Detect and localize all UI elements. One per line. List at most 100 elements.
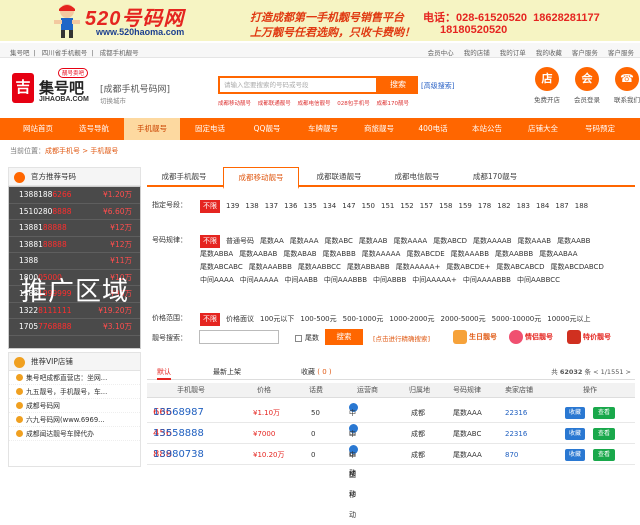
price-option[interactable]: 5000-10000元 bbox=[492, 313, 542, 326]
rule-option[interactable]: 尾数AAB bbox=[359, 235, 388, 248]
rule-option[interactable]: 尾数AAAA bbox=[393, 235, 427, 248]
phone-number[interactable]: 13558888 456 bbox=[153, 424, 204, 444]
rule-option[interactable]: 尾数ABCABCD bbox=[496, 261, 544, 274]
tail-checkbox[interactable] bbox=[295, 335, 302, 342]
segment-option[interactable]: 不限 bbox=[200, 200, 220, 213]
hot-link[interactable]: 成都联通靓号 bbox=[258, 101, 291, 107]
my-orders-link[interactable]: 我的订单 bbox=[500, 49, 526, 57]
favorite-button[interactable]: 收藏 bbox=[565, 407, 585, 419]
segment-option[interactable]: 178 bbox=[478, 200, 491, 213]
hot-link[interactable]: 成都电信靓号 bbox=[298, 101, 331, 107]
rule-option[interactable]: 尾数AAA bbox=[290, 235, 319, 248]
filter-search-button[interactable]: 搜索 bbox=[325, 329, 363, 345]
crumb-city[interactable]: 成都手机靓号 bbox=[100, 49, 139, 57]
price-option[interactable]: 不限 bbox=[200, 313, 220, 326]
rule-option[interactable]: 中间AAAAA bbox=[240, 274, 279, 287]
official-row[interactable]: 15102808888 ¥6.60万 bbox=[9, 204, 140, 220]
official-row[interactable]: 17057768888 ¥3.10万 bbox=[9, 319, 140, 336]
rule-option[interactable]: 尾数ABCABC bbox=[200, 261, 243, 274]
view-button[interactable]: 查看 bbox=[593, 428, 615, 440]
birthday-numbers-link[interactable]: 生日靓号 bbox=[453, 329, 497, 345]
rule-option[interactable]: 尾数AABBB bbox=[495, 248, 533, 261]
official-row[interactable]: 1388 ¥11万 bbox=[9, 253, 140, 270]
rule-option[interactable]: 中间AAAA bbox=[200, 274, 234, 287]
hot-link[interactable]: 成都170靓号 bbox=[377, 101, 410, 107]
segment-option[interactable]: 188 bbox=[575, 200, 588, 213]
seller-shop-link[interactable]: 870 bbox=[505, 445, 518, 465]
segment-option[interactable]: 151 bbox=[381, 200, 394, 213]
segment-option[interactable]: 137 bbox=[265, 200, 278, 213]
vip-shop-item[interactable]: 六九号码网(www.6969... bbox=[9, 413, 140, 427]
nav-plate[interactable]: 车牌靓号 bbox=[296, 118, 350, 140]
search-input[interactable]: 请输入您要搜索的号码或号段 bbox=[218, 76, 378, 94]
tab-unicom[interactable]: 成都联通靓号 bbox=[301, 167, 377, 187]
rule-option[interactable]: 尾数ABC bbox=[325, 235, 353, 248]
crumb-home[interactable]: 集号吧 bbox=[10, 49, 30, 57]
seller-shop-link[interactable]: 22316 bbox=[505, 424, 527, 444]
rule-option[interactable]: 中间AAAAA+ bbox=[412, 274, 457, 287]
table-row[interactable]: 13568987666 ¥1.10万 50 中国移动 成都 尾数AAA 2231… bbox=[147, 403, 635, 477]
crumb-province[interactable]: 四川省手机靓号 bbox=[42, 49, 88, 57]
segment-option[interactable]: 157 bbox=[420, 200, 433, 213]
rule-option[interactable]: 尾数AABAB bbox=[239, 248, 277, 261]
price-option[interactable]: 2000-5000元 bbox=[440, 313, 485, 326]
rule-option[interactable]: 尾数ABBB bbox=[323, 248, 356, 261]
rule-option[interactable]: 尾数ABBA bbox=[200, 248, 233, 261]
rule-option[interactable]: 尾数ABCDE+ bbox=[446, 261, 490, 274]
view-button[interactable]: 查看 bbox=[593, 449, 615, 461]
rule-option[interactable]: 普通号码 bbox=[226, 235, 254, 248]
hot-link[interactable]: 成都移动靓号 bbox=[218, 101, 251, 107]
table-row[interactable]: 13558888 456 ¥7000 0 中国移动 成都 尾数ABC 22316 … bbox=[147, 424, 635, 498]
nav-business[interactable]: 商旅靓号 bbox=[352, 118, 406, 140]
vip-shop-item[interactable]: 九五靓号，手机靓号，车... bbox=[9, 385, 140, 399]
official-row[interactable]: 1388188888 ¥12万 bbox=[9, 220, 140, 237]
rule-option[interactable]: 中间AABB bbox=[284, 274, 317, 287]
rule-option[interactable]: 不限 bbox=[200, 235, 220, 248]
phone-number[interactable]: 13568987 666 bbox=[153, 403, 204, 423]
open-shop-button[interactable]: 店 免费开店 bbox=[527, 67, 567, 104]
nav-guide[interactable]: 选号导航 bbox=[66, 118, 122, 140]
my-favorites-link[interactable]: 我的收藏 bbox=[536, 49, 562, 57]
rule-option[interactable]: 中间ABBB bbox=[373, 274, 406, 287]
customer-service-link[interactable]: 客户服务 bbox=[572, 49, 598, 57]
member-login-button[interactable]: 会 会员登录 bbox=[567, 67, 607, 104]
nav-qq[interactable]: QQ靓号 bbox=[240, 118, 294, 140]
vip-shop-item[interactable]: 集号吧成都直营店：坐网... bbox=[9, 371, 140, 385]
search-button[interactable]: 搜索 bbox=[378, 76, 418, 94]
nav-landline[interactable]: 固定电话 bbox=[182, 118, 238, 140]
segment-option[interactable]: 138 bbox=[245, 200, 258, 213]
segment-option[interactable]: 150 bbox=[362, 200, 375, 213]
seller-shop-link[interactable]: 22316 bbox=[505, 403, 527, 423]
rule-option[interactable]: 尾数AAAAB bbox=[473, 235, 512, 248]
tab-mobile[interactable]: 成都移动靓号 bbox=[223, 167, 299, 189]
rule-option[interactable]: 尾数ABCD bbox=[433, 235, 467, 248]
vip-shop-item[interactable]: 成都闻达靓号车牌代办 bbox=[9, 427, 140, 441]
tab-telecom[interactable]: 成都电信靓号 bbox=[379, 167, 455, 187]
rule-option[interactable]: 尾数ABCDE bbox=[406, 248, 444, 261]
rule-option[interactable]: 中间AAAABBB bbox=[463, 274, 511, 287]
nav-home[interactable]: 网站首页 bbox=[12, 118, 64, 140]
tab-170[interactable]: 成都170靓号 bbox=[457, 167, 533, 187]
segment-option[interactable]: 152 bbox=[400, 200, 413, 213]
nav-mobile-numbers[interactable]: 手机靓号 bbox=[124, 118, 180, 140]
rule-option[interactable]: 尾数AAABBB bbox=[249, 261, 292, 274]
top-banner-ad[interactable]: 520号码网 www.520haoma.com 打造成都第一手机靓号销售平台 上… bbox=[0, 0, 640, 41]
favorites-tab[interactable]: 收藏 ( 0 ) bbox=[301, 364, 332, 380]
tab-all[interactable]: 成都手机靓号 bbox=[147, 167, 221, 187]
price-option[interactable]: 价格面议 bbox=[226, 313, 254, 326]
nav-shops[interactable]: 店铺大全 bbox=[516, 118, 570, 140]
rule-option[interactable]: 尾数AABBCC bbox=[298, 261, 341, 274]
view-button[interactable]: 查看 bbox=[593, 407, 615, 419]
nav-400[interactable]: 400电话 bbox=[408, 118, 458, 140]
number-search-input[interactable] bbox=[199, 330, 279, 344]
price-option[interactable]: 100-500元 bbox=[300, 313, 336, 326]
special-numbers-link[interactable]: 特价靓号 bbox=[567, 329, 611, 345]
couple-numbers-link[interactable]: 情侣靓号 bbox=[509, 329, 553, 345]
vip-shop-item[interactable]: 成都号码网 bbox=[9, 399, 140, 413]
advanced-search-link[interactable]: [高级搜索] bbox=[421, 81, 454, 91]
exact-search-link[interactable]: [点击进行精确搜索] bbox=[373, 333, 430, 343]
table-row[interactable]: 13980738 888 ¥10.20万 0 中国移动 成都 尾数AAA 870 … bbox=[147, 445, 635, 519]
sort-newest-tab[interactable]: 最新上架 bbox=[213, 364, 241, 380]
price-option[interactable]: 1000-2000元 bbox=[389, 313, 434, 326]
rule-option[interactable]: 尾数AA bbox=[260, 235, 284, 248]
